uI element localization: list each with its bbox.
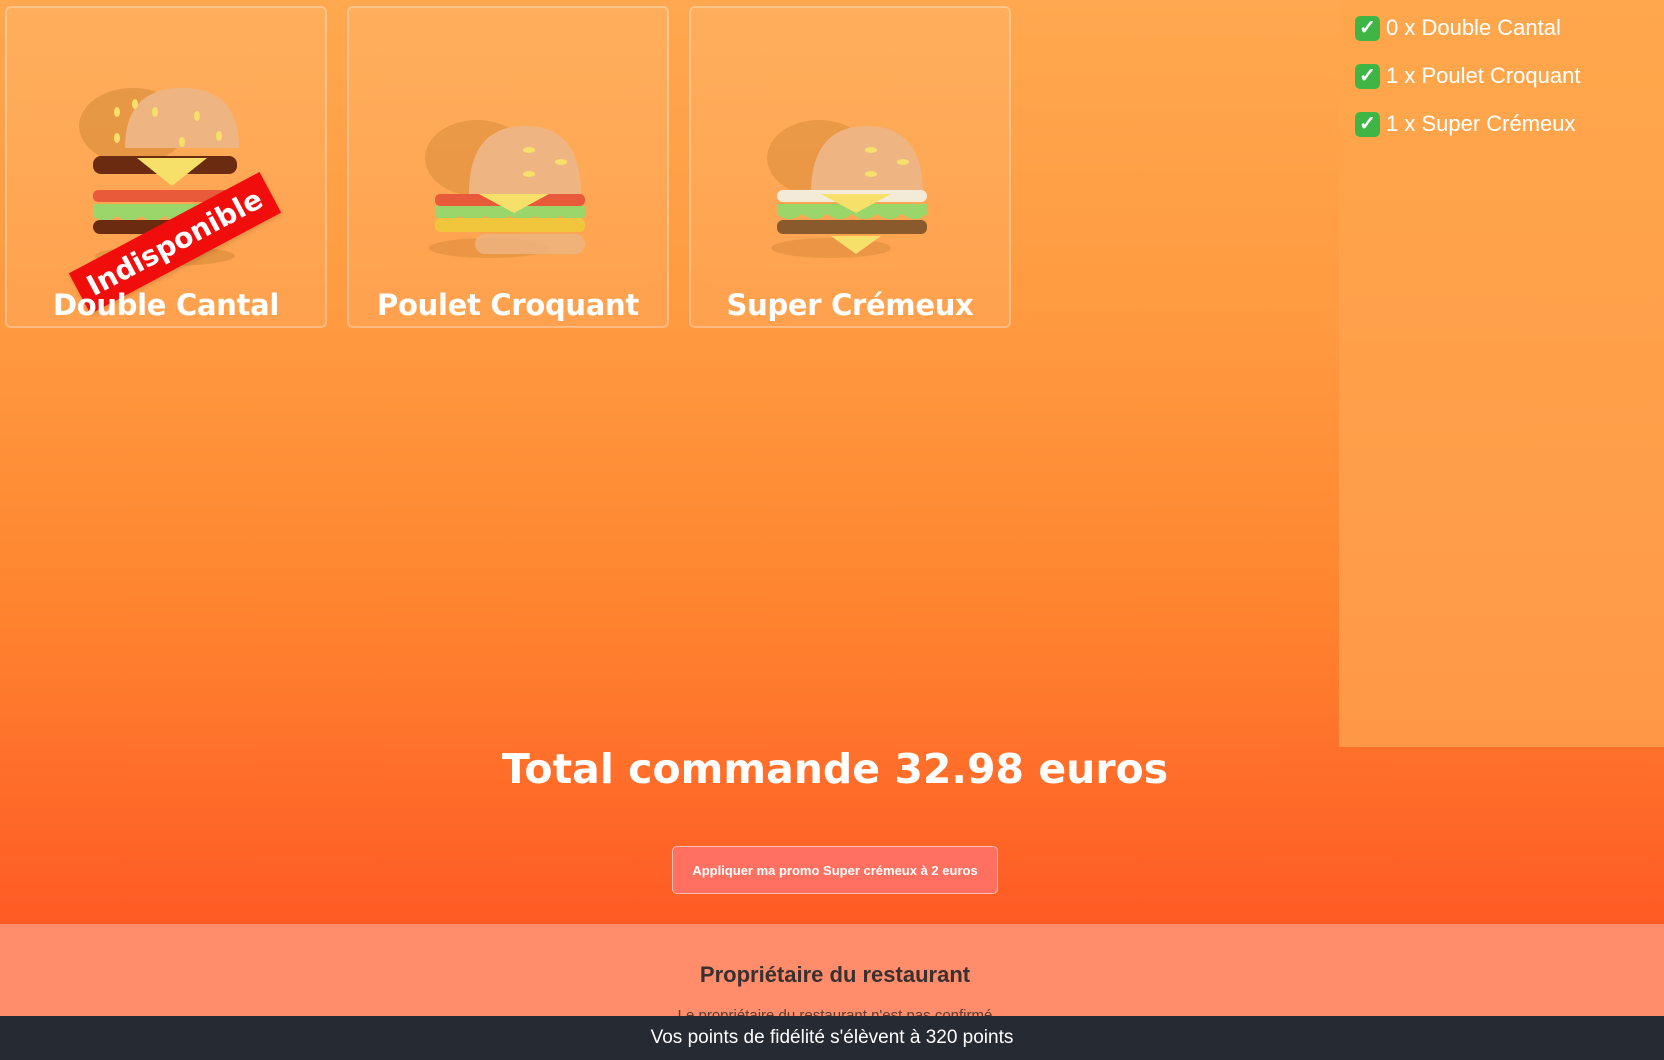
order-line: ✓ 1 x Super Crémeux: [1355, 109, 1576, 139]
product-name: Super Crémeux: [726, 288, 974, 322]
check-mark-icon: ✓: [1355, 15, 1380, 41]
product-card-poulet-croquant[interactable]: Poulet Croquant: [347, 6, 669, 328]
order-line-text: 0 x Double Cantal: [1386, 15, 1561, 40]
check-mark-icon: ✓: [1355, 63, 1380, 89]
product-card-super-cremeux[interactable]: Super Crémeux: [689, 6, 1011, 328]
product-name: Double Cantal: [52, 288, 280, 322]
order-line: ✓ 1 x Poulet Croquant: [1355, 61, 1580, 91]
order-total: Total commande 32.98 euros: [501, 745, 1169, 793]
product-card-double-cantal[interactable]: Indisponible Double Cantal: [5, 6, 327, 328]
creamy-burger-icon: [767, 120, 927, 258]
owner-title: Propriétaire du restaurant: [699, 962, 971, 987]
order-line-text: 1 x Super Crémeux: [1386, 111, 1576, 136]
apply-promo-button[interactable]: Appliquer ma promo Super crémeux à 2 eur…: [672, 846, 998, 894]
order-line-text: 1 x Poulet Croquant: [1386, 63, 1581, 88]
order-summary-panel: ✓ 0 x Double Cantal ✓ 1 x Poulet Croquan…: [1339, 0, 1664, 747]
loyalty-points-bar: Vos points de fidélité s'élèvent à 320 p…: [0, 1016, 1664, 1060]
chicken-burger-icon: [425, 120, 585, 258]
double-burger-icon: [79, 88, 239, 266]
menu-area: Indisponible Double Cantal Poulet Croqua…: [0, 0, 1664, 924]
product-name: Poulet Croquant: [377, 288, 639, 322]
order-line: ✓ 0 x Double Cantal: [1355, 13, 1561, 43]
check-mark-icon: ✓: [1355, 111, 1380, 137]
